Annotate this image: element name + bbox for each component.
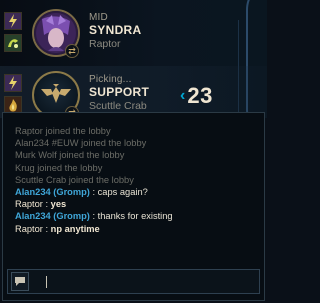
- chat-message: Raptor : np anytime: [15, 223, 258, 235]
- chat-text: yes: [50, 199, 67, 210]
- chat-system-message: Alan234 #EUW joined the lobby: [15, 138, 147, 149]
- chat-system-message: Krug joined the lobby: [15, 162, 103, 173]
- summoner-spells: [4, 12, 24, 56]
- teleport-spell-icon: [4, 34, 22, 52]
- chat-text: thanks for existing: [97, 211, 173, 222]
- chat-separator: :: [42, 199, 51, 210]
- chat-system-message: Murk Wolf joined the lobby: [15, 150, 125, 161]
- chat-message: Alan234 (Gromp) : thanks for existing: [15, 210, 258, 222]
- chat-panel: Raptor joined the lobby Alan234 #EUW joi…: [2, 112, 265, 301]
- chat-separator: :: [42, 223, 51, 234]
- chat-bubble-icon[interactable]: [11, 272, 29, 291]
- chat-speaker[interactable]: Alan234 (Gromp): [15, 211, 90, 221]
- chevron-left-icon: ‹: [180, 87, 186, 104]
- slot-player-name: Scuttle Crab: [89, 100, 147, 112]
- chat-speaker[interactable]: Raptor: [15, 224, 43, 234]
- chat-text: np anytime: [50, 223, 100, 234]
- chat-system-message: Scuttle Crab joined the lobby: [15, 174, 134, 185]
- slot-role: Picking...: [89, 74, 132, 85]
- text-caret: [46, 276, 47, 288]
- flash-spell-icon: [4, 12, 22, 30]
- chat-speaker[interactable]: Alan234 (Gromp): [15, 187, 90, 197]
- slot-champion-name: SYNDRA: [89, 23, 142, 37]
- pick-timer: ‹ 23: [180, 82, 213, 110]
- chat-log[interactable]: Raptor joined the lobby Alan234 #EUW joi…: [15, 125, 258, 235]
- slot-champion-name: SUPPORT: [89, 85, 150, 99]
- chat-message: Alan234 (Gromp) : caps again?: [15, 186, 258, 198]
- chat-text: caps again?: [97, 187, 148, 198]
- chat-system-message: Raptor joined the lobby: [15, 126, 111, 136]
- chat-speaker[interactable]: Raptor: [15, 199, 43, 209]
- chat-input-field[interactable]: [7, 269, 260, 294]
- team-slot-support[interactable]: ⇄ Picking... SUPPORT Scuttle Crab: [0, 70, 267, 118]
- flash-spell-icon: [4, 74, 22, 92]
- slot-role: MID: [89, 12, 108, 23]
- timer-count: 23: [187, 83, 213, 108]
- chat-separator: :: [89, 187, 98, 198]
- chat-message: Raptor : yes: [15, 198, 258, 210]
- swap-icon[interactable]: ⇄: [65, 44, 79, 58]
- champ-select-team-panel: ⇄ MID SYNDRA Raptor ⇄ Pickin: [0, 0, 267, 118]
- chat-separator: :: [89, 211, 98, 222]
- slot-player-name: Raptor: [89, 38, 121, 50]
- team-slot-mid[interactable]: ⇄ MID SYNDRA Raptor: [0, 8, 267, 62]
